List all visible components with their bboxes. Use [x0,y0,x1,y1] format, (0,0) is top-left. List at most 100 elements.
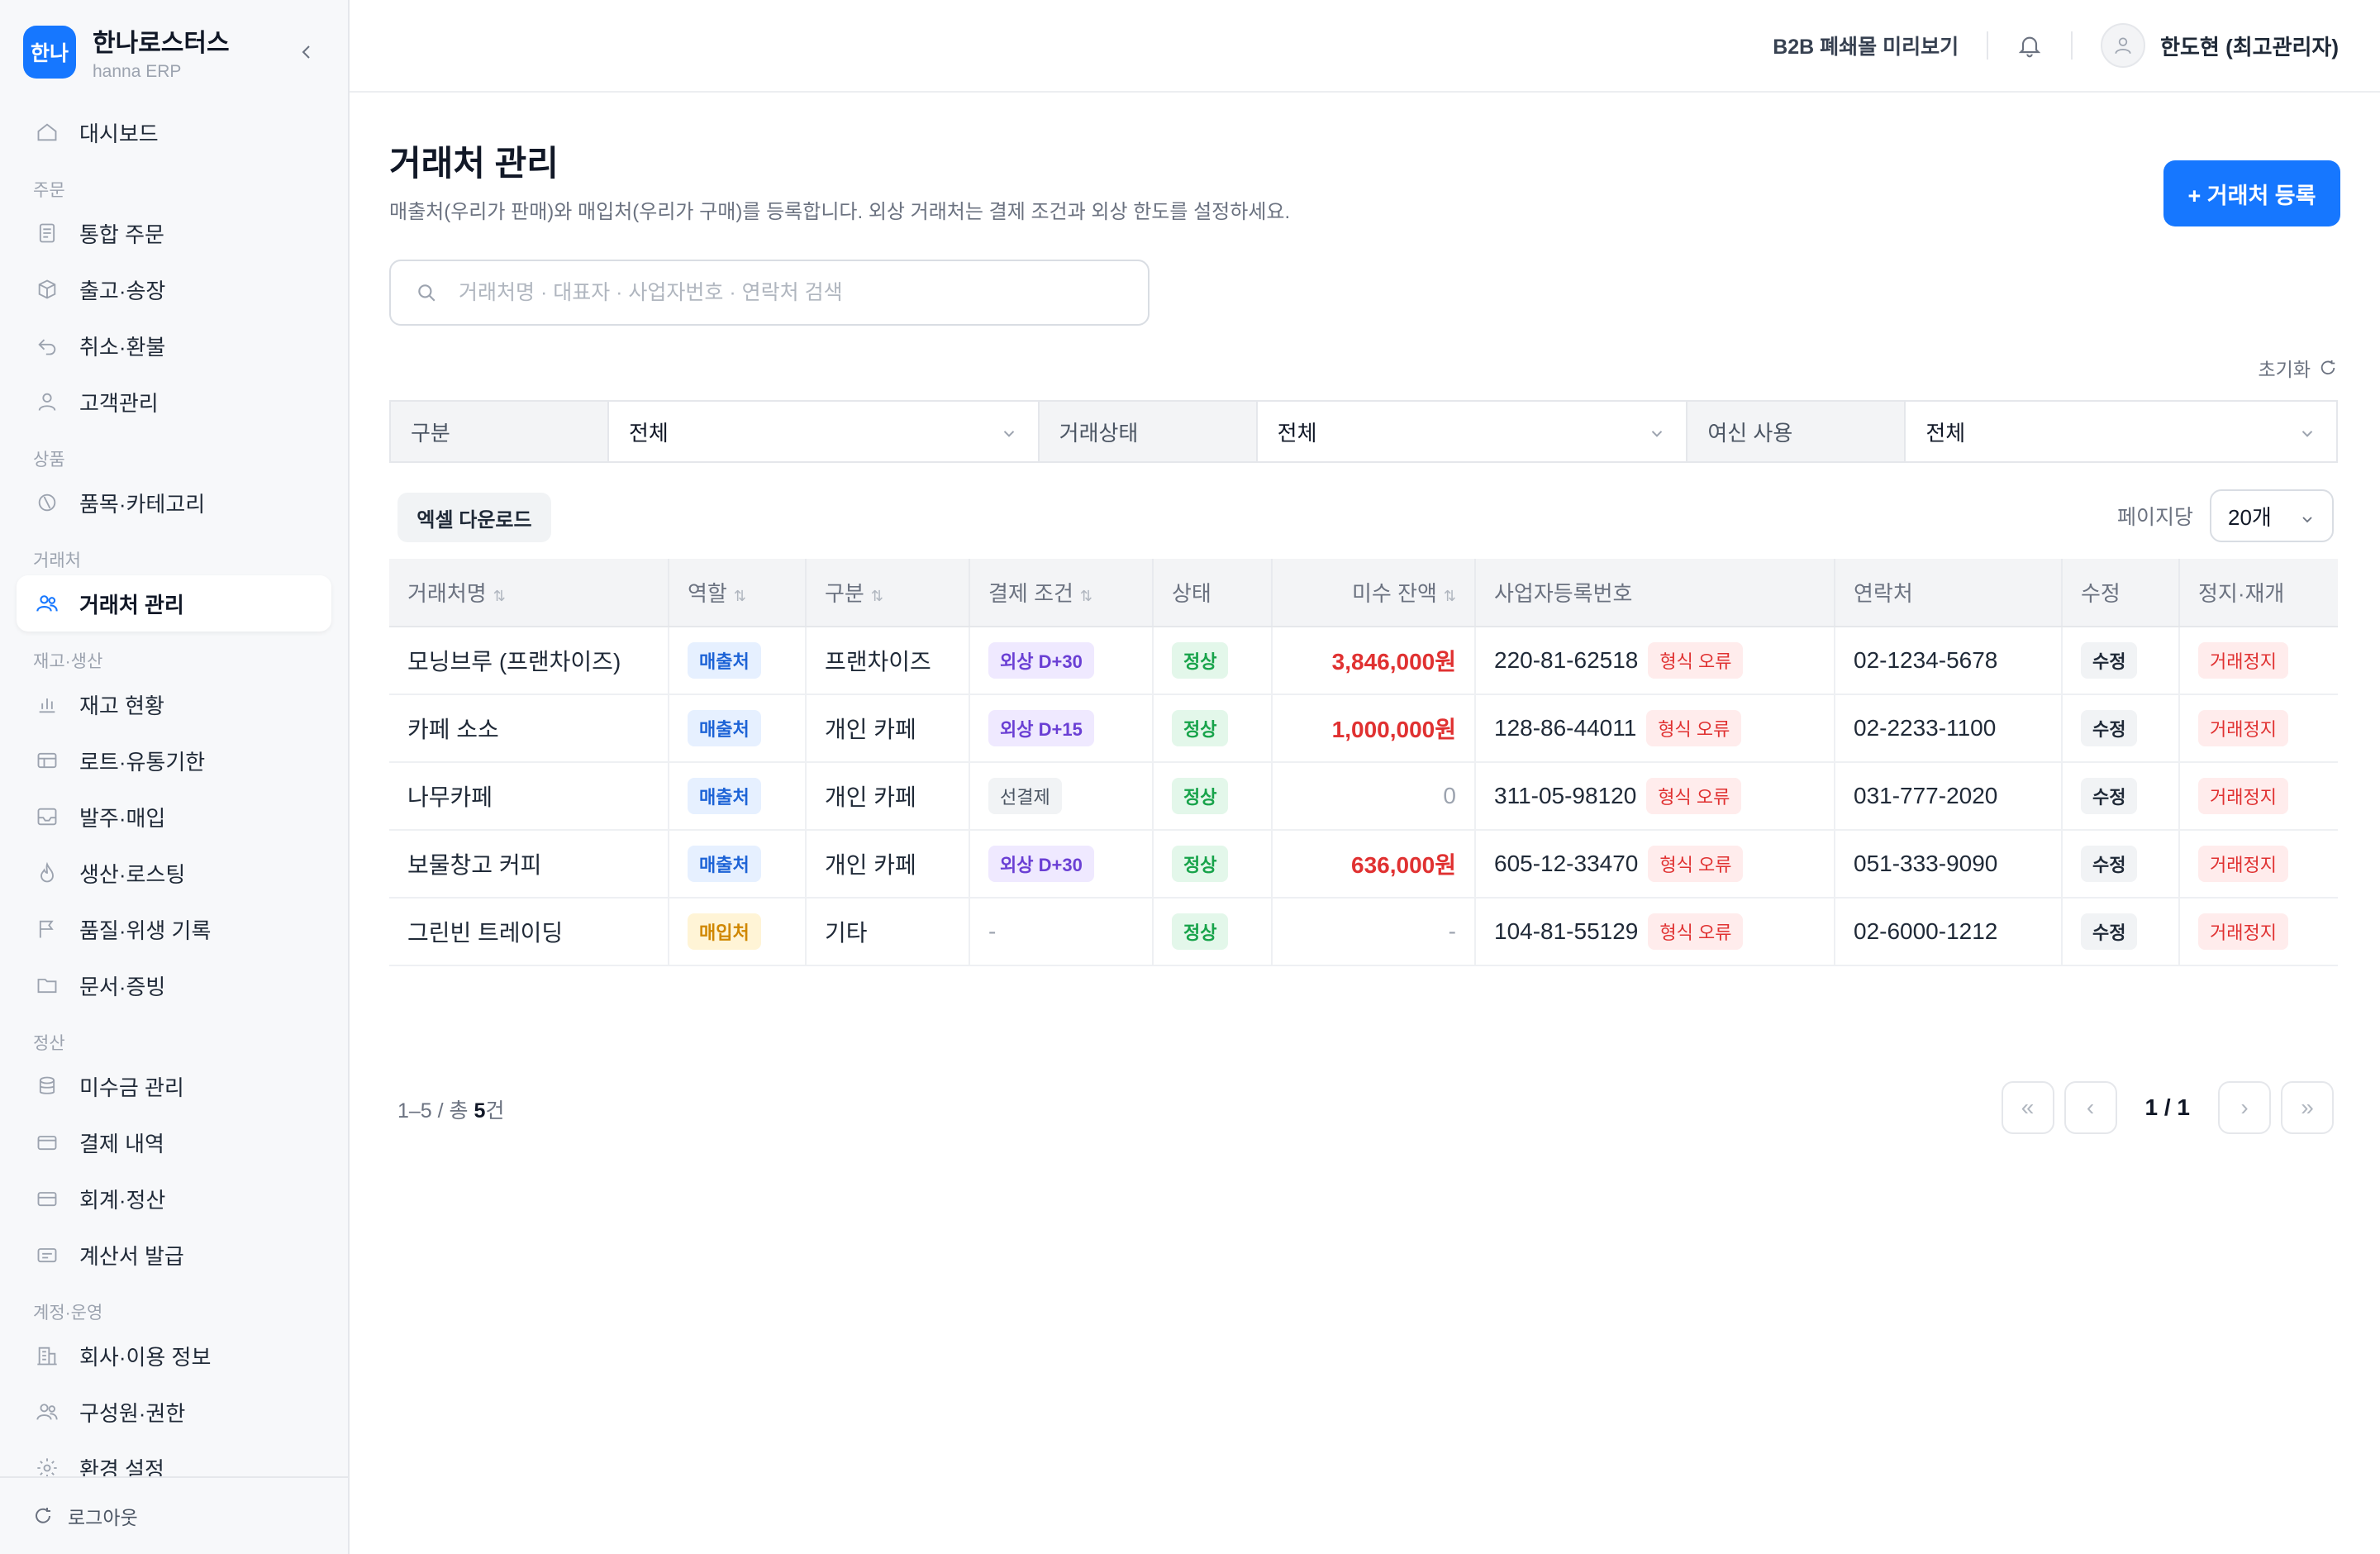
sidebar-item-label: 품목·카테고리 [79,491,206,517]
filter-status-select[interactable]: 전체 [1258,402,1688,461]
sidebar-item-members[interactable]: 구성원·권한 [17,1384,331,1440]
filter-type-select[interactable]: 전체 [609,402,1040,461]
table-row[interactable]: 보물창고 커피 매출처 개인 카페 외상 D+30 정상 636,000원 60… [389,830,2338,899]
prev-page-button[interactable]: ‹ [2063,1081,2117,1134]
edit-button[interactable]: 수정 [2081,642,2138,679]
nav-section-product: 상품 [33,450,65,470]
terms-badge: 외상 D+30 [988,642,1094,679]
format-error-badge: 형식 오류 [1646,710,1742,746]
table-row[interactable]: 그린빈 트레이딩 매입처 기타 - 정상 - 104-81-55129 형식 오류… [389,898,2338,966]
stop-trade-button[interactable]: 거래정지 [2198,913,2288,950]
biz-number: 605-12-33470 [1494,851,1639,876]
b2b-preview-link[interactable]: B2B 폐쇄몰 미리보기 [1773,31,1959,60]
logout-button[interactable]: 로그아웃 [0,1476,348,1554]
filter-bar: 구분 전체 거래상태 전체 여신 사용 전체 [389,400,2338,463]
partner-type: 기타 [806,898,970,966]
status-badge: 정상 [1172,913,1229,950]
partner-type: 개인 카페 [806,762,970,831]
partner-name: 보물창고 커피 [389,830,669,899]
reset-filters-button[interactable]: 초기화 [2259,354,2337,382]
next-page-button[interactable]: › [2218,1081,2271,1134]
role-badge: 매입처 [688,913,761,950]
filter-credit-select[interactable]: 전체 [1906,402,2336,461]
format-error-badge: 형식 오류 [1648,846,1744,882]
table-row[interactable]: 카페 소소 매출처 개인 카페 외상 D+15 정상 1,000,000원 12… [389,694,2338,763]
sidebar-item-refund[interactable]: 취소·환불 [17,317,331,374]
sidebar-item-receivables[interactable]: 미수금 관리 [17,1058,331,1114]
brand: 한나 한나로스터스 hanna ERP [0,0,348,104]
chevron-down-icon [2299,508,2316,524]
col-header-name[interactable]: 거래처명 ⇅ [389,559,669,627]
sidebar-item-shipping[interactable]: 출고·송장 [17,261,331,317]
partner-type: 개인 카페 [806,694,970,763]
terms-badge: 외상 D+30 [988,846,1094,882]
sidebar-item-docs[interactable]: 문서·증빙 [17,957,331,1013]
filter-value: 전체 [1925,420,1966,446]
chevron-down-icon [1648,422,1666,441]
col-header-terms[interactable]: 결제 조건 ⇅ [969,559,1154,627]
sidebar-item-invoice[interactable]: 계산서 발급 [17,1227,331,1283]
table-row[interactable]: 모닝브루 (프랜차이즈) 매출처 프랜차이즈 외상 D+30 정상 3,846,… [389,627,2338,695]
chevron-down-icon [1000,422,1018,441]
stop-trade-button[interactable]: 거래정지 [2198,710,2288,746]
sidebar-item-purchase[interactable]: 발주·매입 [17,789,331,845]
sort-icon: ⇅ [1079,588,1092,604]
bell-icon[interactable] [2016,32,2043,59]
sidebar-item-payments[interactable]: 결제 내역 [17,1114,331,1170]
col-header-role[interactable]: 역할 ⇅ [669,559,807,627]
sidebar-item-company[interactable]: 회사·이용 정보 [17,1328,331,1384]
sidebar-item-label: 품질·위생 기록 [79,918,212,943]
col-header-balance[interactable]: 미수 잔액 ⇅ [1272,559,1476,627]
last-page-button[interactable]: » [2281,1081,2334,1134]
partner-name: 카페 소소 [389,694,669,763]
add-partner-button[interactable]: + 거래처 등록 [2163,160,2340,226]
chevron-down-icon [2298,422,2316,441]
table-row[interactable]: 나무카페 매출처 개인 카페 선결제 정상 0 311-05-98120 형식 오… [389,762,2338,831]
sidebar-item-dashboard[interactable]: 대시보드 [17,104,331,160]
sidebar-item-lot[interactable]: 로트·유통기한 [17,732,331,789]
first-page-button[interactable]: « [2001,1081,2054,1134]
edit-button[interactable]: 수정 [2081,846,2138,882]
search-input[interactable] [459,280,1123,305]
per-page-select[interactable]: 20개 [2210,489,2334,542]
sidebar-item-partners[interactable]: 거래처 관리 [17,575,331,632]
page-description: 매출처(우리가 판매)와 매입처(우리가 구매)를 등록합니다. 외상 거래처는… [389,201,1291,223]
role-badge: 매출처 [688,642,761,679]
stop-trade-button[interactable]: 거래정지 [2198,846,2288,882]
topbar: B2B 폐쇄몰 미리보기 한도현 (최고관리자) [350,0,2380,93]
sidebar-item-roasting[interactable]: 생산·로스팅 [17,845,331,901]
tag-icon [35,490,60,515]
stop-trade-button[interactable]: 거래정지 [2198,778,2288,814]
table-icon [35,748,60,773]
stop-trade-button[interactable]: 거래정지 [2198,642,2288,679]
sidebar-item-accounting[interactable]: 회계·정산 [17,1170,331,1227]
col-header-status: 상태 [1153,559,1273,627]
sidebar-item-customers[interactable]: 고객관리 [17,374,331,430]
edit-button[interactable]: 수정 [2081,778,2138,814]
sidebar-item-stock[interactable]: 재고 현황 [17,676,331,732]
bar-chart-icon [35,692,60,717]
avatar[interactable] [2101,23,2146,68]
edit-button[interactable]: 수정 [2081,710,2138,746]
col-header-biz-number: 사업자등록번호 [1475,559,1835,627]
balance-value: 636,000원 [1272,830,1476,899]
summary-suffix: 건 [485,1099,505,1123]
user-name[interactable]: 한도현 (최고관리자) [2160,31,2339,61]
sidebar-item-label: 발주·매입 [79,805,166,831]
nav-section-partner: 거래처 [33,551,81,570]
sidebar-item-quality[interactable]: 품질·위생 기록 [17,901,331,957]
format-error-badge: 형식 오류 [1648,913,1744,950]
balance-value: 1,000,000원 [1272,694,1476,763]
col-header-type[interactable]: 구분 ⇅ [806,559,970,627]
balance-value: 0 [1272,762,1476,831]
excel-download-button[interactable]: 엑셀 다운로드 [397,493,551,542]
building-icon [35,1343,60,1368]
brand-subtitle: hanna ERP [93,62,182,81]
format-error-badge: 형식 오류 [1646,778,1742,814]
sidebar-item-label: 출고·송장 [79,278,166,303]
edit-button[interactable]: 수정 [2081,913,2138,950]
sidebar-item-orders[interactable]: 통합 주문 [17,205,331,261]
sort-icon: ⇅ [870,588,883,604]
sidebar-item-products[interactable]: 품목·카테고리 [17,474,331,531]
chevron-left-icon[interactable] [288,34,325,70]
